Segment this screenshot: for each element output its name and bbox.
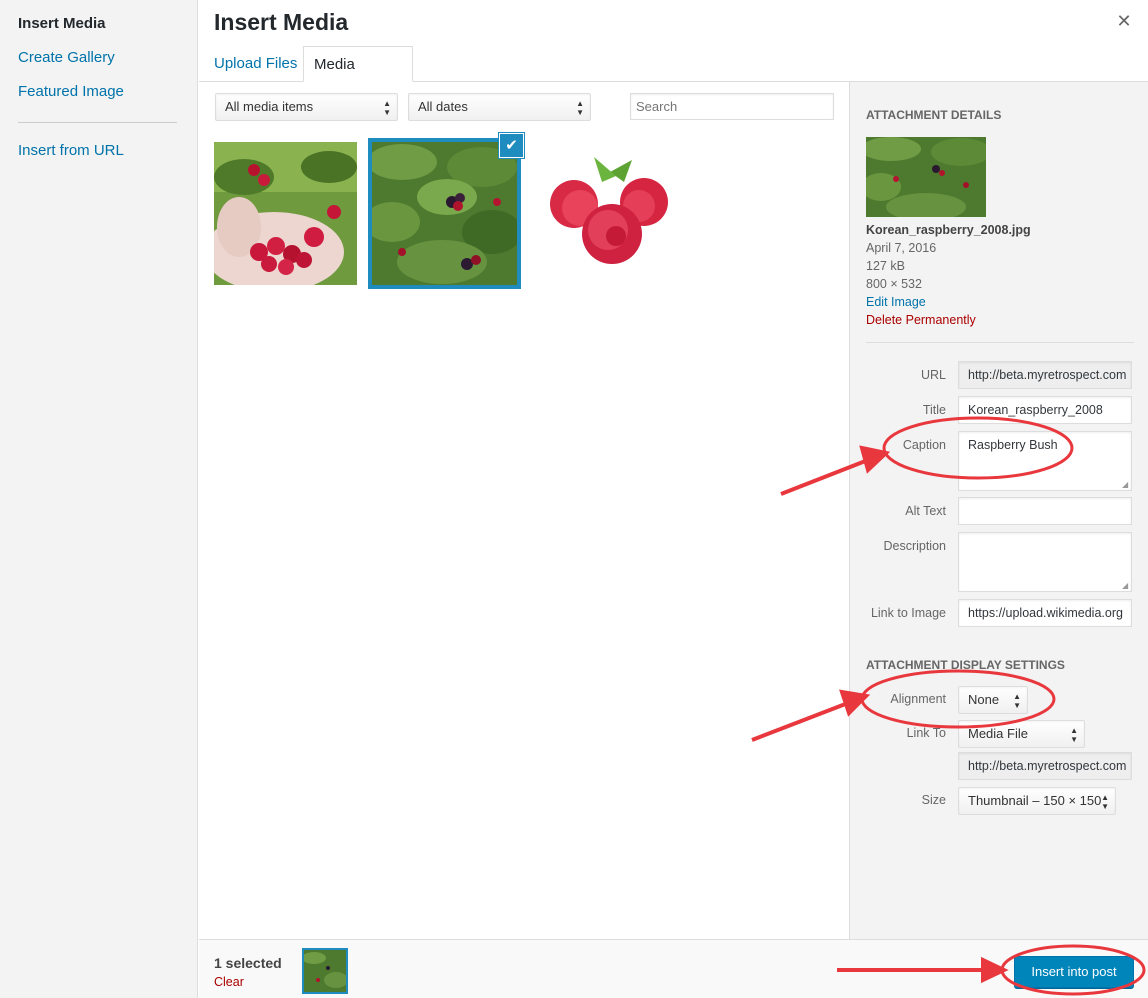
modal-title: Insert Media [214,9,349,35]
link-to-value: Media File [968,726,1028,741]
sidebar-divider [866,342,1134,343]
selection-thumbnail[interactable] [302,948,348,994]
attachment-filesize: 127 kB [866,259,905,273]
select-arrows-icon: ▲ ▼ [383,99,391,117]
attachment-thumbnail-selected[interactable] [368,138,521,289]
caption-field[interactable]: Raspberry Bush [958,431,1132,491]
attachment-thumbnail[interactable] [532,142,675,285]
menu-item-featured-image[interactable]: Featured Image [18,83,124,100]
tab-media-library[interactable]: Media Library [303,46,413,108]
url-label: URL [920,368,946,382]
select-arrows-icon: ▲ ▼ [1013,692,1021,710]
raspberry-bush-image [372,142,517,285]
router-tabs: Upload Files Media Library [199,46,1148,108]
date-filter-value: All dates [418,99,468,114]
search-input[interactable] [630,93,834,120]
link-to-select[interactable]: Media File ▲ ▼ [958,720,1085,748]
alignment-value: None [968,692,1000,707]
clear-selection-link[interactable]: Clear [214,975,244,989]
resize-grip-icon[interactable]: ◢ [1122,582,1130,590]
select-arrows-icon: ▲ ▼ [1101,793,1109,811]
attachment-details-heading: Attachment Details [866,108,1002,122]
link-url-field[interactable]: http://beta.myretrospect.com [958,752,1132,780]
alignment-label: Alignment [890,692,946,706]
alt-text-label: Alt Text [905,504,946,518]
delete-permanently-link[interactable]: Delete Permanently [866,313,976,327]
attachment-dimensions: 800 × 532 [866,277,922,291]
insert-into-post-button[interactable]: Insert into post [1014,956,1134,988]
media-type-filter[interactable]: All media items ▲ ▼ [215,93,398,121]
link-to-label: Link To [906,726,946,740]
alt-text-field[interactable] [958,497,1132,525]
menu-separator [18,122,177,123]
attachment-preview [866,137,986,217]
title-field[interactable]: Korean_raspberry_2008 [958,396,1132,424]
attachment-date: April 7, 2016 [866,241,937,255]
size-label: Size [921,793,946,807]
menu-item-insert-from-url[interactable]: Insert from URL [18,142,124,159]
link-to-image-label: Link to Image [870,606,946,620]
attachment-thumbnail[interactable] [214,142,357,285]
media-type-filter-value: All media items [225,99,314,114]
attachment-filename: Korean_raspberry_2008.jpg [866,223,1031,237]
date-filter[interactable]: All dates ▲ ▼ [408,93,591,121]
alignment-select[interactable]: None ▲ ▼ [958,686,1028,714]
size-select[interactable]: Thumbnail – 150 × 150 ▲ ▼ [958,787,1116,815]
select-arrows-icon: ▲ ▼ [576,99,584,117]
title-label: Title [922,403,946,417]
caption-label: Caption [902,438,946,452]
raspberries-in-hand-image [214,142,357,285]
tab-upload-files[interactable]: Upload Files [204,46,307,82]
url-field[interactable]: http://beta.myretrospect.com [958,361,1132,389]
close-icon[interactable]: ✕ [1114,11,1134,31]
menu-item-create-gallery[interactable]: Create Gallery [18,49,115,66]
raspberries-white-background-image [532,142,675,285]
selected-check-icon[interactable]: ✔ [499,133,524,158]
description-field[interactable] [958,532,1132,592]
edit-image-link[interactable]: Edit Image [866,295,926,309]
menu-item-insert-media[interactable]: Insert Media [18,15,106,32]
description-label: Description [883,539,946,553]
link-to-image-field[interactable]: https://upload.wikimedia.org [958,599,1132,627]
size-value: Thumbnail – 150 × 150 [968,793,1102,808]
selection-count: 1 selected [214,955,282,971]
resize-grip-icon[interactable]: ◢ [1122,481,1130,489]
raspberry-bush-mini-image [304,950,346,992]
raspberry-bush-preview-image [866,137,986,217]
display-settings-heading: Attachment Display Settings [866,658,1065,672]
select-arrows-icon: ▲ ▼ [1070,726,1078,744]
media-modal-menu: Insert Media Create Gallery Featured Ima… [0,0,198,998]
